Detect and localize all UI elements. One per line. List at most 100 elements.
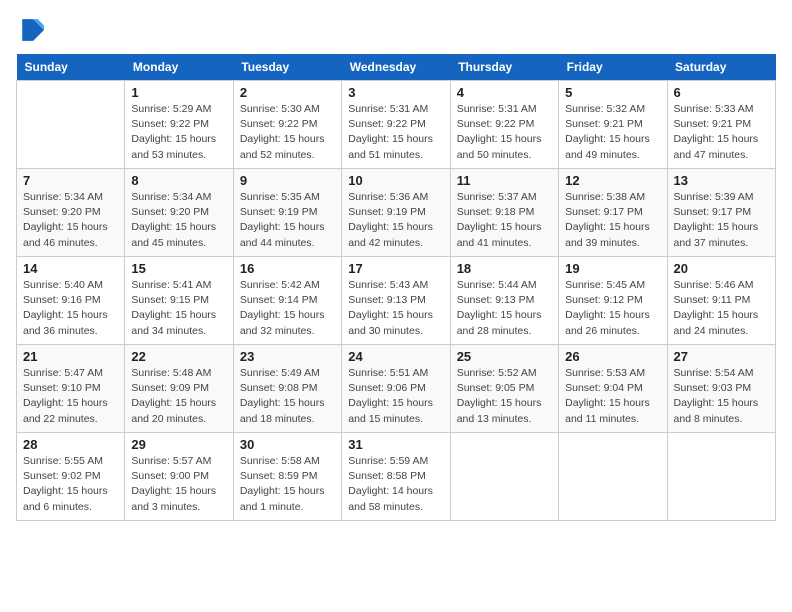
day-number: 11 [457,173,552,188]
day-number: 6 [674,85,769,100]
day-number: 21 [23,349,118,364]
day-info: Sunrise: 5:29 AM Sunset: 9:22 PM Dayligh… [131,102,226,163]
day-number: 16 [240,261,335,276]
day-info: Sunrise: 5:54 AM Sunset: 9:03 PM Dayligh… [674,366,769,427]
day-header-monday: Monday [125,54,233,81]
day-header-sunday: Sunday [17,54,125,81]
day-number: 29 [131,437,226,452]
calendar-cell [17,81,125,169]
calendar-cell: 13 Sunrise: 5:39 AM Sunset: 9:17 PM Dayli… [667,169,775,257]
day-number: 26 [565,349,660,364]
day-number: 22 [131,349,226,364]
day-header-thursday: Thursday [450,54,558,81]
day-number: 9 [240,173,335,188]
calendar-cell: 4 Sunrise: 5:31 AM Sunset: 9:22 PM Daylig… [450,81,558,169]
calendar-cell: 22Sunrise: 5:48 AM Sunset: 9:09 PM Dayli… [125,345,233,433]
calendar-cell: 28 Sunrise: 5:55 AM Sunset: 9:02 PM Dayli… [17,433,125,521]
day-number: 1 [131,85,226,100]
calendar-cell: 26Sunrise: 5:53 AM Sunset: 9:04 PM Dayli… [559,345,667,433]
day-info: Sunrise: 5:49 AM Sunset: 9:08 PM Dayligh… [240,366,335,427]
day-info: Sunrise: 5:31 AM Sunset: 9:22 PM Dayligh… [348,102,443,163]
day-info: Sunrise: 5:40 AM Sunset: 9:16 PM Dayligh… [23,278,118,339]
day-info: Sunrise: 5:58 AM Sunset: 8:59 PM Dayligh… [240,454,335,515]
day-number: 3 [348,85,443,100]
day-number: 14 [23,261,118,276]
day-number: 18 [457,261,552,276]
day-number: 8 [131,173,226,188]
calendar-cell [667,433,775,521]
calendar-cell: 12 Sunrise: 5:38 AM Sunset: 9:17 PM Dayli… [559,169,667,257]
day-info: Sunrise: 5:35 AM Sunset: 9:19 PM Dayligh… [240,190,335,251]
calendar-cell: 9 Sunrise: 5:35 AM Sunset: 9:19 PM Daylig… [233,169,341,257]
calendar-cell: 3 Sunrise: 5:31 AM Sunset: 9:22 PM Daylig… [342,81,450,169]
logo-icon [16,16,44,44]
day-info: Sunrise: 5:37 AM Sunset: 9:18 PM Dayligh… [457,190,552,251]
day-info: Sunrise: 5:31 AM Sunset: 9:22 PM Dayligh… [457,102,552,163]
day-number: 30 [240,437,335,452]
calendar-cell: 16 Sunrise: 5:42 AM Sunset: 9:14 PM Dayli… [233,257,341,345]
day-number: 17 [348,261,443,276]
day-info: Sunrise: 5:41 AM Sunset: 9:15 PM Dayligh… [131,278,226,339]
calendar-cell: 21 Sunrise: 5:47 AM Sunset: 9:10 PM Dayli… [17,345,125,433]
day-number: 2 [240,85,335,100]
calendar-cell: 1 Sunrise: 5:29 AM Sunset: 9:22 PM Daylig… [125,81,233,169]
day-header-wednesday: Wednesday [342,54,450,81]
day-info: Sunrise: 5:38 AM Sunset: 9:17 PM Dayligh… [565,190,660,251]
day-info: Sunrise: 5:46 AM Sunset: 9:11 PM Dayligh… [674,278,769,339]
calendar-cell: 30 Sunrise: 5:58 AM Sunset: 8:59 PM Dayli… [233,433,341,521]
day-info: Sunrise: 5:51 AM Sunset: 9:06 PM Dayligh… [348,366,443,427]
day-info: Sunrise: 5:32 AM Sunset: 9:21 PM Dayligh… [565,102,660,163]
day-info: Sunrise: 5:42 AM Sunset: 9:14 PM Dayligh… [240,278,335,339]
day-info: Sunrise: 5:39 AM Sunset: 9:17 PM Dayligh… [674,190,769,251]
day-number: 24 [348,349,443,364]
day-info: Sunrise: 5:34 AM Sunset: 9:20 PM Dayligh… [23,190,118,251]
day-info: Sunrise: 5:36 AM Sunset: 9:19 PM Dayligh… [348,190,443,251]
calendar-cell: 24 Sunrise: 5:51 AM Sunset: 9:06 PM Dayli… [342,345,450,433]
day-number: 27 [674,349,769,364]
day-info: Sunrise: 5:44 AM Sunset: 9:13 PM Dayligh… [457,278,552,339]
calendar-cell: 23 Sunrise: 5:49 AM Sunset: 9:08 PM Dayli… [233,345,341,433]
day-info: Sunrise: 5:45 AM Sunset: 9:12 PM Dayligh… [565,278,660,339]
calendar-cell: 25 Sunrise: 5:52 AM Sunset: 9:05 PM Dayli… [450,345,558,433]
day-number: 4 [457,85,552,100]
day-info: Sunrise: 5:30 AM Sunset: 9:22 PM Dayligh… [240,102,335,163]
day-info: Sunrise: 5:59 AM Sunset: 8:58 PM Dayligh… [348,454,443,515]
day-info: Sunrise: 5:33 AM Sunset: 9:21 PM Dayligh… [674,102,769,163]
calendar-cell: 5 Sunrise: 5:32 AM Sunset: 9:21 PM Daylig… [559,81,667,169]
day-number: 20 [674,261,769,276]
day-number: 12 [565,173,660,188]
calendar-cell: 8 Sunrise: 5:34 AM Sunset: 9:20 PM Daylig… [125,169,233,257]
day-info: Sunrise: 5:47 AM Sunset: 9:10 PM Dayligh… [23,366,118,427]
day-number: 10 [348,173,443,188]
day-number: 23 [240,349,335,364]
day-number: 7 [23,173,118,188]
day-number: 13 [674,173,769,188]
day-info: Sunrise: 5:55 AM Sunset: 9:02 PM Dayligh… [23,454,118,515]
calendar-cell: 10 Sunrise: 5:36 AM Sunset: 9:19 PM Dayli… [342,169,450,257]
day-number: 28 [23,437,118,452]
day-number: 19 [565,261,660,276]
day-number: 5 [565,85,660,100]
calendar-cell: 19 Sunrise: 5:45 AM Sunset: 9:12 PM Dayli… [559,257,667,345]
day-number: 25 [457,349,552,364]
day-info: Sunrise: 5:52 AM Sunset: 9:05 PM Dayligh… [457,366,552,427]
day-info: Sunrise: 5:34 AM Sunset: 9:20 PM Dayligh… [131,190,226,251]
calendar-cell: 18 Sunrise: 5:44 AM Sunset: 9:13 PM Dayli… [450,257,558,345]
calendar-cell: 2 Sunrise: 5:30 AM Sunset: 9:22 PM Daylig… [233,81,341,169]
calendar-cell: 29 Sunrise: 5:57 AM Sunset: 9:00 PM Dayli… [125,433,233,521]
calendar-table: SundayMondayTuesdayWednesdayThursdayFrid… [16,54,776,521]
calendar-cell: 6 Sunrise: 5:33 AM Sunset: 9:21 PM Daylig… [667,81,775,169]
calendar-cell [450,433,558,521]
day-info: Sunrise: 5:43 AM Sunset: 9:13 PM Dayligh… [348,278,443,339]
day-info: Sunrise: 5:57 AM Sunset: 9:00 PM Dayligh… [131,454,226,515]
calendar-cell [559,433,667,521]
day-number: 15 [131,261,226,276]
calendar-cell: 15 Sunrise: 5:41 AM Sunset: 9:15 PM Dayli… [125,257,233,345]
calendar-cell: 17 Sunrise: 5:43 AM Sunset: 9:13 PM Dayli… [342,257,450,345]
calendar-cell: 14 Sunrise: 5:40 AM Sunset: 9:16 PM Dayli… [17,257,125,345]
logo [16,16,48,44]
calendar-cell: 7 Sunrise: 5:34 AM Sunset: 9:20 PM Daylig… [17,169,125,257]
day-header-tuesday: Tuesday [233,54,341,81]
day-number: 31 [348,437,443,452]
calendar-cell: 20 Sunrise: 5:46 AM Sunset: 9:11 PM Dayli… [667,257,775,345]
